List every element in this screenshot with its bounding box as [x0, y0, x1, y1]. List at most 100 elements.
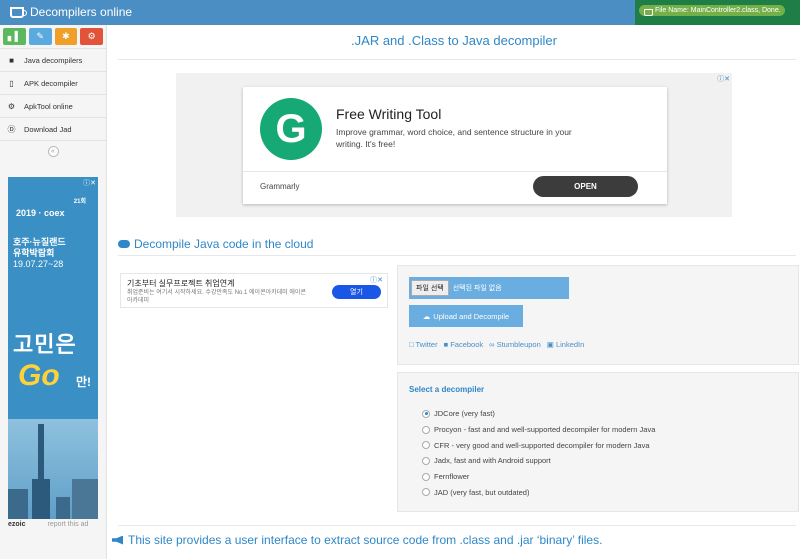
decompiler-option-label: Jadx, fast and with Android support — [434, 456, 551, 466]
share-facebook[interactable]: ■ Facebook — [444, 340, 484, 349]
upload-decompile-button[interactable]: ☁ Upload and Decompile — [409, 305, 523, 327]
pencil-icon: ✎ — [36, 31, 44, 41]
ad-small-text: 21회 — [73, 199, 86, 205]
top-bar: Decompilers online File Name: MainContro… — [0, 0, 800, 25]
sidebar-item-label: ApkTool online — [24, 101, 73, 111]
radio-button[interactable] — [422, 488, 430, 497]
decompiler-option[interactable]: Procyon - fast and and well-supported de… — [422, 422, 655, 438]
brand[interactable]: Decompilers online — [10, 5, 132, 19]
share-twitter[interactable]: □ Twitter — [409, 340, 438, 349]
upload-button-label: Upload and Decompile — [433, 311, 510, 321]
upload-panel: 파일 선택 선택된 파일 없음 ☁ Upload and Decompile □… — [397, 265, 799, 365]
radio-button[interactable] — [422, 472, 430, 481]
ad-city-image — [8, 419, 98, 519]
mobile-icon: ▯ — [9, 78, 14, 88]
decompiler-option-label: JDCore (very fast) — [434, 409, 495, 419]
collapse-icon[interactable]: « — [47, 145, 59, 157]
decompiler-option[interactable]: JAD (very fast, but outdated) — [422, 484, 655, 500]
radio-button[interactable] — [422, 425, 430, 434]
file-status-badge: File Name: MainController2.class, Done. — [639, 5, 785, 16]
facebook-link-label: Facebook — [450, 340, 484, 349]
sidebar-item-label: APK decompiler — [24, 78, 78, 88]
stumbleupon-link-label: Stumbleupon — [496, 340, 541, 349]
ad-advertiser: Grammarly — [260, 182, 300, 191]
radio-button[interactable] — [422, 409, 430, 418]
coffee-icon: ■ — [9, 55, 14, 65]
decompiler-heading: Select a decompiler — [409, 385, 485, 394]
sidebar-advertisement[interactable]: ⓘ✕ 21회 2019 · coex 호주·뉴질랜드 유학박람회 19.07.2… — [8, 177, 98, 519]
sidebar-item-java-decompilers[interactable]: ■ Java decompilers — [0, 49, 106, 72]
footer-text: This site provides a user interface to e… — [112, 533, 602, 547]
footer-sentence: This site provides a user interface to e… — [128, 533, 603, 547]
radio-button[interactable] — [422, 456, 430, 465]
file-status-area: File Name: MainController2.class, Done. — [635, 0, 800, 25]
signal-shortcut-button[interactable]: ▖▌ — [3, 28, 26, 45]
sidebar-item-label: Java decompilers — [24, 55, 83, 65]
inline-ad-text: 취업준비는 여기서 시작하세요. 수강만족도 No.1 에이콘아카데미 에이콘 … — [127, 290, 306, 304]
ad-footer: ezoic report this ad — [8, 521, 88, 528]
page-title: .JAR and .Class to Java decompiler — [351, 33, 557, 48]
inline-advertisement[interactable]: ⓘ✕ 기초부터 실무프로젝트 취업연계 취업준비는 여기서 시작하세요. 수강만… — [120, 273, 388, 308]
ad-line-2: 호주·뉴질랜드 — [13, 237, 66, 247]
section-title: Decompile Java code in the cloud — [134, 237, 314, 251]
ad-info-icon[interactable]: ⓘ✕ — [83, 178, 96, 188]
users-icon: ✱ — [62, 31, 70, 41]
sidebar-item-download-jad[interactable]: Ⓓ Download Jad — [0, 118, 106, 141]
decompiler-option-label: JAD (very fast, but outdated) — [434, 487, 530, 497]
decompiler-option-label: CFR - very good and well-supported decom… — [434, 440, 650, 450]
decompiler-option[interactable]: Jadx, fast and with Android support — [422, 453, 655, 469]
ad-choices-icon[interactable]: ⓘ✕ — [370, 275, 383, 285]
main-content: .JAR and .Class to Java decompiler ⓘ✕ G … — [108, 25, 800, 559]
report-ad-link[interactable]: report this ad — [48, 521, 89, 528]
pencil-shortcut-button[interactable]: ✎ — [28, 28, 52, 45]
ad-card[interactable]: G Free Writing Tool Improve grammar, wor… — [243, 87, 667, 204]
bullhorn-icon — [112, 535, 123, 545]
ad-man-text: 만! — [76, 375, 92, 389]
inline-ad-open-button[interactable]: 열기 — [332, 285, 381, 299]
cloud-upload-icon: ☁ — [422, 311, 431, 321]
decompiler-options: JDCore (very fast) Procyon - fast and and… — [422, 406, 655, 500]
section-heading: Decompile Java code in the cloud — [118, 237, 313, 251]
grammarly-logo: G — [260, 98, 322, 160]
share-linkedin[interactable]: ▣ LinkedIn — [547, 340, 585, 349]
sidebar-nav: ■ Java decompilers ▯ APK decompiler ⚙ ApkTool… — [0, 48, 106, 141]
decompiler-option-label: Procyon - fast and and well-supported de… — [434, 425, 656, 435]
inline-ad-title: 기초부터 실무프로젝트 취업연계 — [127, 279, 235, 288]
decompiler-option-label: Fernflower — [434, 472, 470, 482]
twitter-link-label: Twitter — [415, 340, 438, 349]
ad-headline[interactable]: Free Writing Tool — [336, 106, 441, 122]
ad-choices-icon[interactable]: ⓘ✕ — [717, 74, 730, 84]
choose-file-button[interactable]: 파일 선택 — [411, 280, 449, 296]
ad-go-text: Go — [18, 359, 60, 392]
ad-date: 19.07.27~28 — [13, 259, 64, 269]
divider — [118, 59, 796, 60]
sidebar-collapse: « — [0, 141, 106, 161]
sidebar-shortcuts: ▖▌ ✎ ✱ ⚙ — [0, 25, 106, 48]
cogs-icon: ⚙ — [87, 31, 96, 41]
file-input[interactable]: 파일 선택 선택된 파일 없음 — [409, 277, 569, 299]
coffee-icon — [10, 6, 27, 18]
file-name-text: 선택된 파일 없음 — [452, 285, 502, 292]
linkedin-link-label: LinkedIn — [555, 340, 585, 349]
decompiler-option[interactable]: CFR - very good and well-supported decom… — [422, 437, 655, 453]
share-links: □ Twitter ■ Facebook ∞ Stumbleupon ▣ Lin… — [409, 340, 584, 349]
ad-description: Improve grammar, word choice, and senten… — [336, 127, 572, 149]
cogs-shortcut-button[interactable]: ⚙ — [80, 28, 103, 45]
sidebar-item-apk-decompiler[interactable]: ▯ APK decompiler — [0, 72, 106, 95]
decompiler-option[interactable]: JDCore (very fast) — [422, 406, 655, 422]
users-shortcut-button[interactable]: ✱ — [54, 28, 78, 45]
download-icon: Ⓓ — [7, 124, 16, 134]
decompiler-option[interactable]: Fernflower — [422, 469, 655, 485]
brand-title: Decompilers online — [30, 5, 133, 19]
top-advertisement[interactable]: ⓘ✕ G Free Writing Tool Improve grammar, … — [176, 73, 732, 217]
ad-line-1: 2019 · coex — [16, 208, 65, 218]
decompiler-panel: Select a decompiler JDCore (very fast) Pr… — [397, 372, 799, 512]
ad-big-text: 고민은 — [13, 332, 77, 357]
gear-icon: ⚙ — [7, 101, 16, 111]
ad-open-button[interactable]: OPEN — [533, 176, 638, 197]
radio-button[interactable] — [422, 441, 430, 450]
ad-line-3: 유학박람회 — [13, 248, 55, 258]
ezoic-logo[interactable]: ezoic — [8, 521, 26, 528]
share-stumbleupon[interactable]: ∞ Stumbleupon — [489, 340, 541, 349]
sidebar-item-apktool-online[interactable]: ⚙ ApkTool online — [0, 95, 106, 118]
